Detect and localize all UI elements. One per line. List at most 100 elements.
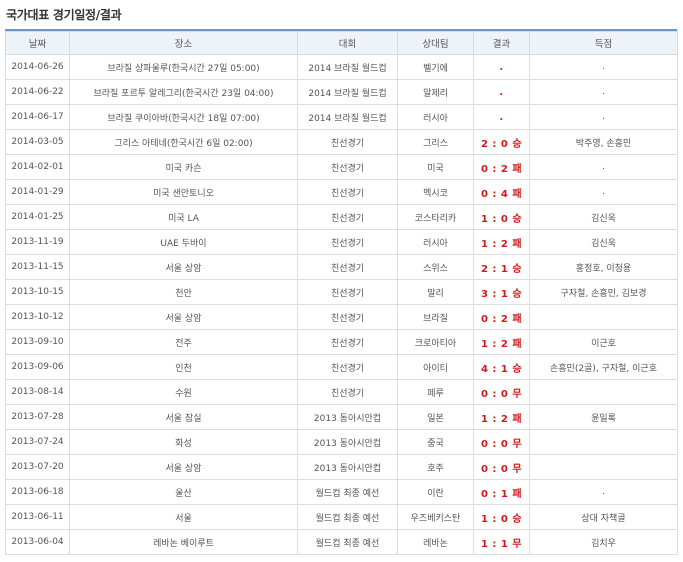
cell-scorers: 김치우 [529, 529, 678, 555]
cell-competition: 2014 브라질 월드컵 [297, 104, 398, 130]
cell-date: 2014-06-17 [5, 104, 70, 130]
cell-scorers [529, 379, 678, 405]
cell-scorers [529, 454, 678, 480]
table-row: 2013-07-28 서울 잠실 2013 동아시안컵 일본 1 : 2 패 윤일록 [5, 404, 678, 430]
cell-venue: 서울 상암 [69, 254, 298, 280]
cell-date: 2014-06-26 [5, 54, 70, 80]
cell-opponent: 일본 [397, 404, 474, 430]
header-competition: 대회 [297, 31, 398, 55]
table-row: 2013-07-24 화성 2013 동아시안컵 중국 0 : 0 무 [5, 429, 678, 455]
table-row: 2013-06-18 울산 월드컵 최종 예선 이란 0 : 1 패. [5, 479, 678, 505]
table-row: 2014-06-26 브라질 상파울루(한국시간 27일 05:00) 2014 브… [5, 54, 678, 80]
cell-venue: 그리스 아테네(한국시간 6일 02:00) [69, 129, 298, 155]
cell-date: 2013-10-12 [5, 304, 70, 330]
cell-date: 2013-08-14 [5, 379, 70, 405]
table-row: 2014-03-05 그리스 아테네(한국시간 6일 02:00) 친선경기 그리스 2… [5, 129, 678, 155]
table-row: 2014-06-22 브라질 포르투 알레그리(한국시간 23일 04:00) 20… [5, 79, 678, 105]
cell-opponent: 러시아 [397, 229, 474, 255]
cell-result: 1 : 0 승 [473, 204, 530, 230]
cell-date: 2013-07-28 [5, 404, 70, 430]
cell-opponent: 말리 [397, 279, 474, 305]
cell-competition: 2013 동아시안컵 [297, 404, 398, 430]
table-row: 2013-09-10 전주 친선경기 크로아티아 1 : 2 패 이근호 [5, 329, 678, 355]
cell-venue: 미국 LA [69, 204, 298, 230]
cell-result: 1 : 2 패 [473, 329, 530, 355]
cell-scorers: 상대 자책골 [529, 504, 678, 530]
page: 국가대표 경기일정/결과 날짜 장소 대회 상대팀 결과 득점 2014-06-… [0, 0, 683, 562]
cell-competition: 친선경기 [297, 304, 398, 330]
cell-result: 1 : 0 승 [473, 504, 530, 530]
cell-opponent: 레바논 [397, 529, 474, 555]
header-venue: 장소 [69, 31, 298, 55]
cell-opponent: 스위스 [397, 254, 474, 280]
cell-venue: 미국 카슨 [69, 154, 298, 180]
cell-date: 2013-06-11 [5, 504, 70, 530]
cell-result: 0 : 0 무 [473, 379, 530, 405]
cell-date: 2013-11-19 [5, 229, 70, 255]
cell-result: 0 : 2 패 [473, 154, 530, 180]
table-row: 2014-06-17 브라질 쿠이아바(한국시간 18일 07:00) 2014 브… [5, 104, 678, 130]
cell-venue: 천안 [69, 279, 298, 305]
cell-result: . [473, 104, 530, 130]
cell-scorers: . [529, 179, 678, 205]
cell-scorers: 이근호 [529, 329, 678, 355]
table-row: 2013-11-15 서울 상암 친선경기 스위스 2 : 1 승 홍정호, 이청용 [5, 254, 678, 280]
table-row: 2013-08-14 수원 친선경기 페루 0 : 0 무 [5, 379, 678, 405]
cell-venue: 브라질 쿠이아바(한국시간 18일 07:00) [69, 104, 298, 130]
cell-result: 3 : 1 승 [473, 279, 530, 305]
cell-opponent: 크로아티아 [397, 329, 474, 355]
cell-result: . [473, 79, 530, 105]
table-row: 2013-09-06 인천 친선경기 아이티 4 : 1 승 손흥민(2골), 구자철, … [5, 354, 678, 380]
cell-date: 2014-01-29 [5, 179, 70, 205]
cell-opponent: 미국 [397, 154, 474, 180]
cell-result: 1 : 1 무 [473, 529, 530, 555]
cell-date: 2013-07-24 [5, 429, 70, 455]
cell-venue: 서울 상암 [69, 304, 298, 330]
cell-result: 0 : 2 패 [473, 304, 530, 330]
cell-opponent: 페루 [397, 379, 474, 405]
cell-result: 2 : 0 승 [473, 129, 530, 155]
cell-competition: 친선경기 [297, 254, 398, 280]
cell-competition: 월드컵 최종 예선 [297, 504, 398, 530]
cell-date: 2013-06-04 [5, 529, 70, 555]
table-row: 2014-01-29 미국 샌안토니오 친선경기 멕시코 0 : 4 패. [5, 179, 678, 205]
cell-venue: 서울 잠실 [69, 404, 298, 430]
cell-result: 0 : 4 패 [473, 179, 530, 205]
cell-result: 0 : 0 무 [473, 454, 530, 480]
cell-venue: 서울 [69, 504, 298, 530]
cell-date: 2014-06-22 [5, 79, 70, 105]
cell-competition: 친선경기 [297, 154, 398, 180]
cell-date: 2013-07-20 [5, 454, 70, 480]
cell-venue: 울산 [69, 479, 298, 505]
cell-competition: 친선경기 [297, 179, 398, 205]
cell-result: 1 : 2 패 [473, 404, 530, 430]
cell-competition: 친선경기 [297, 379, 398, 405]
cell-competition: 월드컵 최종 예선 [297, 529, 398, 555]
cell-date: 2013-09-10 [5, 329, 70, 355]
cell-opponent: 알제리 [397, 79, 474, 105]
cell-scorers: . [529, 154, 678, 180]
cell-opponent: 중국 [397, 429, 474, 455]
cell-scorers: . [529, 54, 678, 80]
cell-opponent: 우즈베키스탄 [397, 504, 474, 530]
cell-opponent: 벨기에 [397, 54, 474, 80]
header-scorers: 득점 [529, 31, 678, 55]
cell-venue: 레바논 베이루트 [69, 529, 298, 555]
cell-scorers [529, 304, 678, 330]
table-row: 2013-11-19 UAE 두바이 친선경기 러시아 1 : 2 패 김신욱 [5, 229, 678, 255]
cell-competition: 친선경기 [297, 129, 398, 155]
cell-competition: 친선경기 [297, 329, 398, 355]
cell-opponent: 호주 [397, 454, 474, 480]
cell-venue: 수원 [69, 379, 298, 405]
cell-scorers: 김신욱 [529, 229, 678, 255]
cell-result: 4 : 1 승 [473, 354, 530, 380]
cell-scorers: . [529, 479, 678, 505]
cell-competition: 친선경기 [297, 229, 398, 255]
cell-result: . [473, 54, 530, 80]
header-opponent: 상대팀 [397, 31, 474, 55]
table-row: 2013-06-11 서울 월드컵 최종 예선 우즈베키스탄 1 : 0 승 상대 자책골 [5, 504, 678, 530]
cell-scorers: . [529, 104, 678, 130]
cell-scorers: 김신욱 [529, 204, 678, 230]
cell-competition: 친선경기 [297, 354, 398, 380]
cell-competition: 2014 브라질 월드컵 [297, 54, 398, 80]
